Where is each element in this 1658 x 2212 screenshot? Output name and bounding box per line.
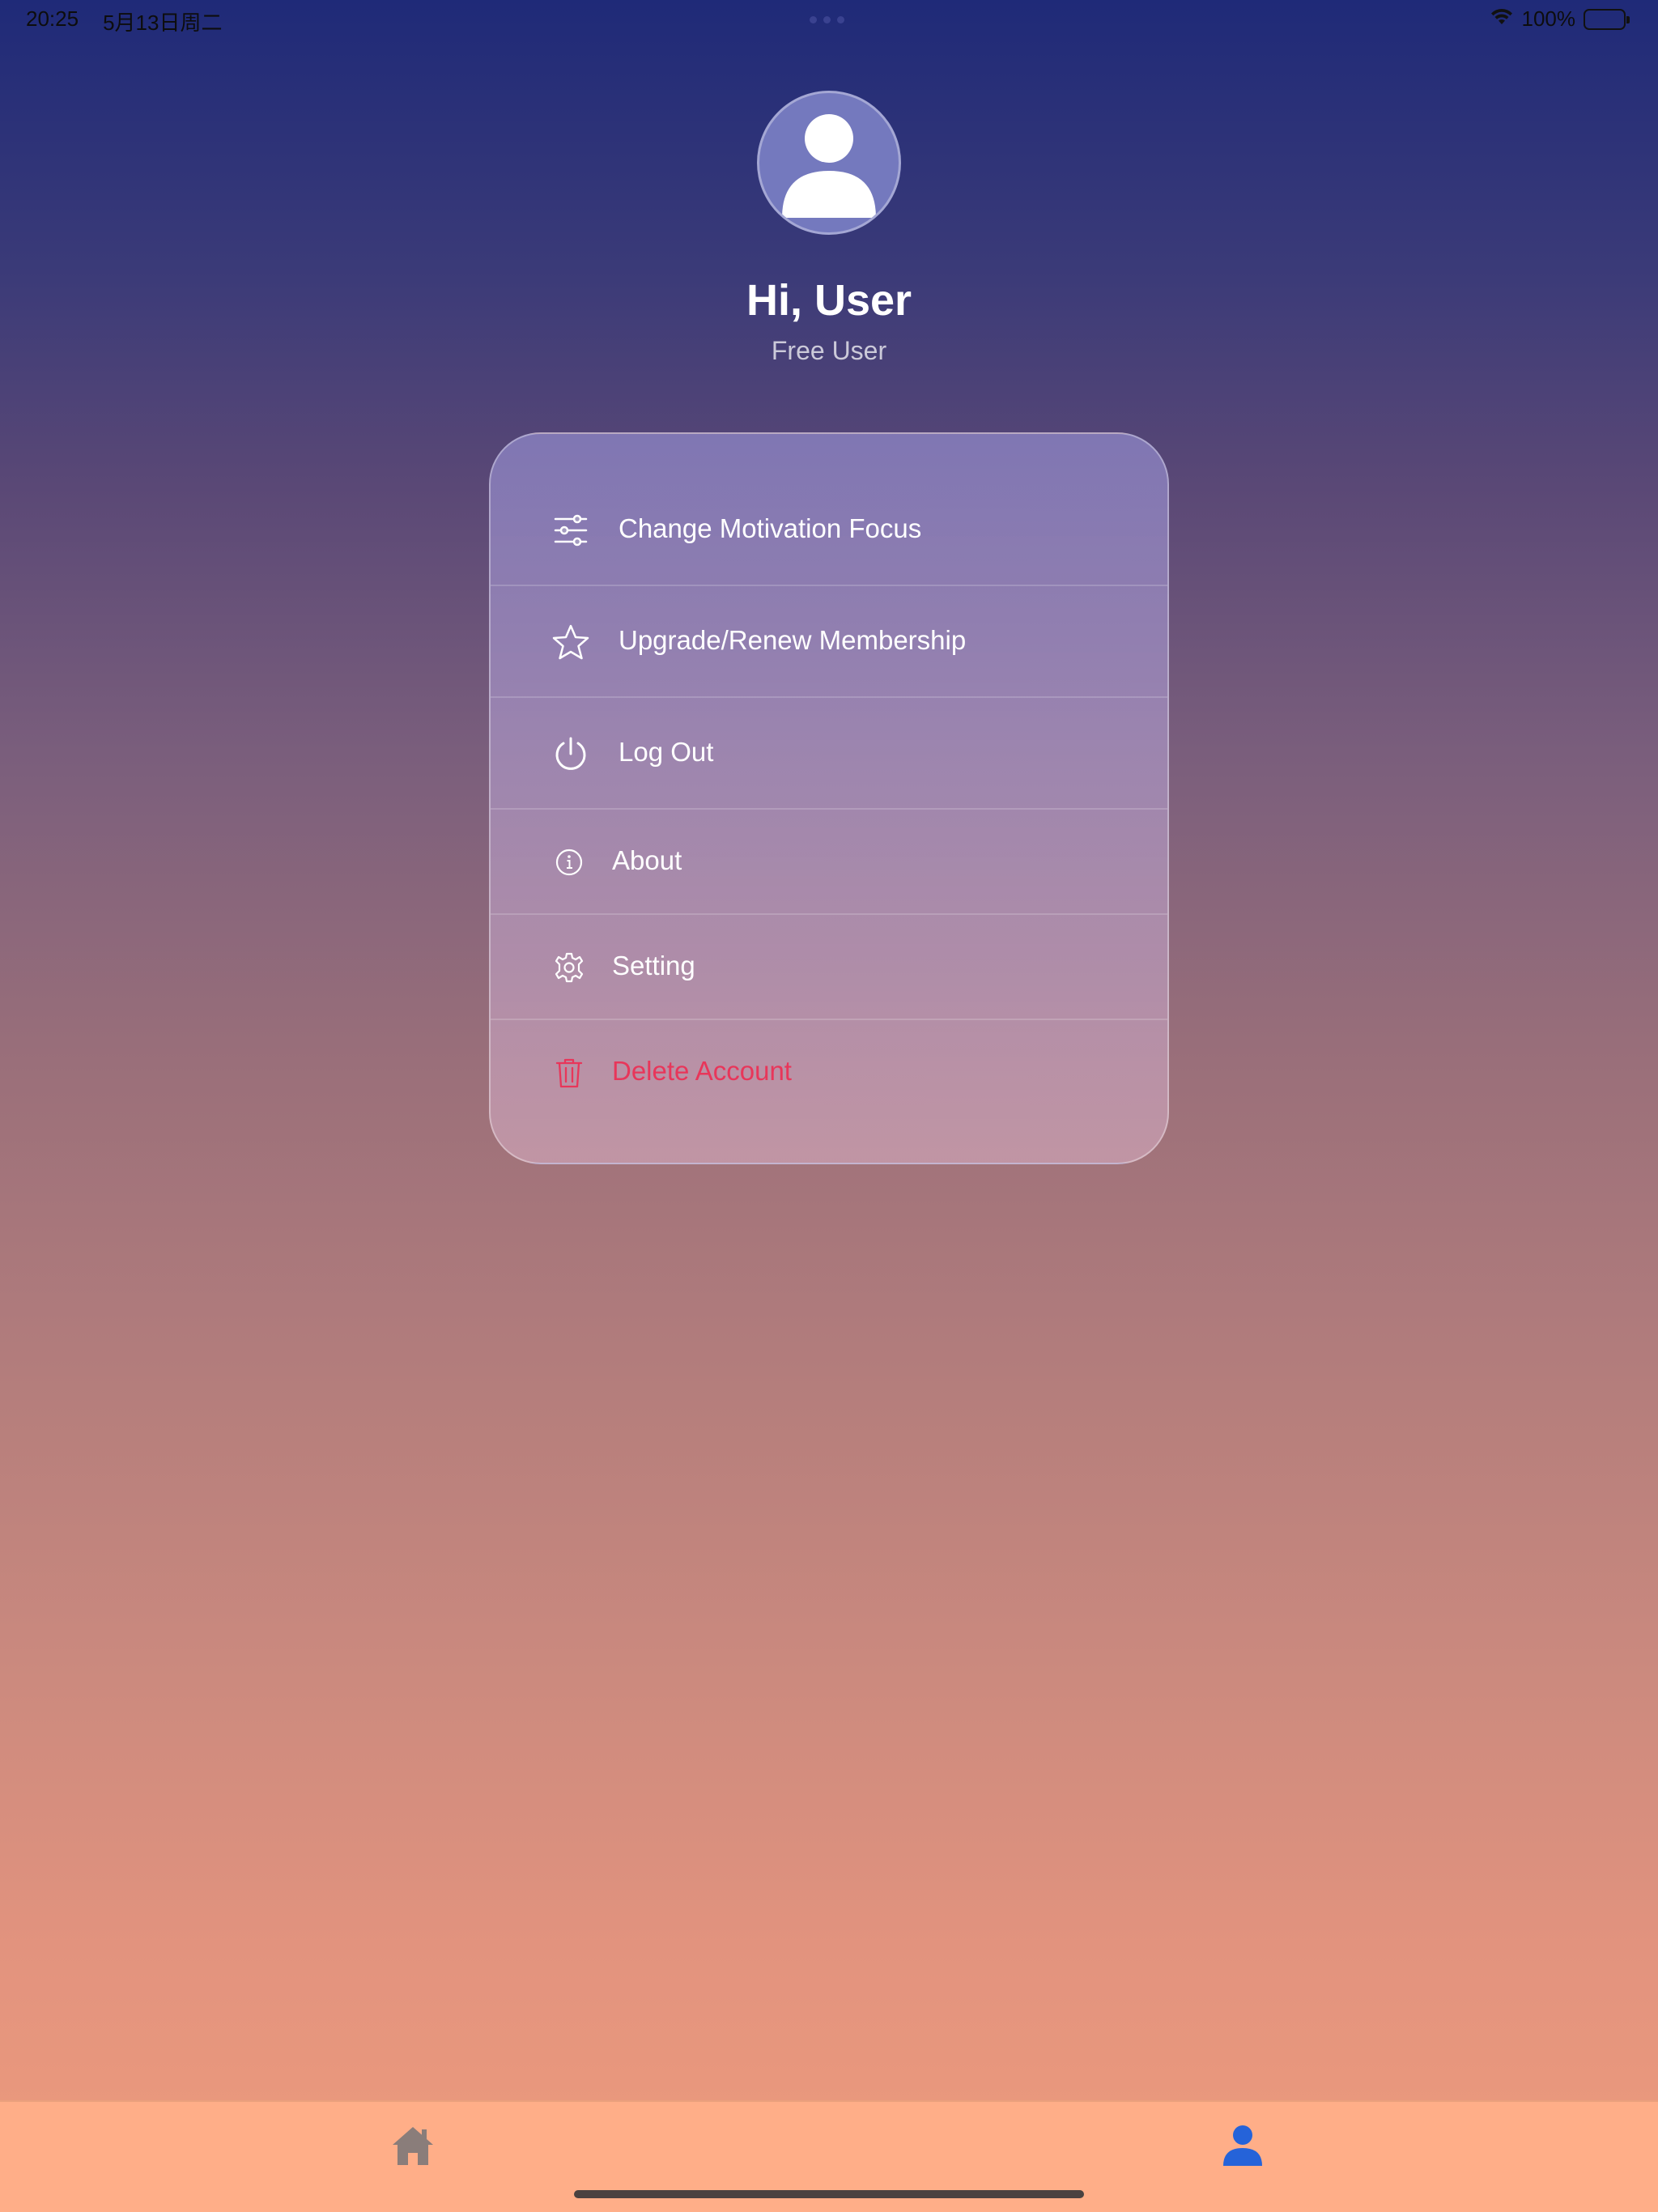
status-date: 5月13日周二 <box>103 11 223 35</box>
tab-home[interactable] <box>387 2121 439 2170</box>
dot <box>823 16 831 23</box>
person-icon <box>782 114 876 218</box>
menu-item-label: Setting <box>612 951 695 981</box>
info-icon <box>549 842 589 883</box>
sliders-icon <box>551 510 591 551</box>
power-icon <box>551 734 591 774</box>
menu-item-delete-account[interactable]: Delete Account <box>491 1020 1167 1163</box>
menu-item-log-out[interactable]: Log Out <box>491 698 1167 810</box>
menu-item-label: Change Motivation Focus <box>619 513 922 543</box>
dot <box>810 16 817 23</box>
menu-card: Change Motivation Focus Upgrade/Renew Me… <box>489 432 1169 1164</box>
greeting-title: Hi, User <box>746 276 912 325</box>
menu-item-setting[interactable]: Setting <box>491 915 1167 1020</box>
dot <box>837 16 844 23</box>
menu-item-label: About <box>612 845 682 875</box>
wifi-icon <box>1490 6 1514 32</box>
profile-screen: 20:25 5月13日周二 100% Hi, User Free User Ch… <box>0 0 1658 2212</box>
tab-profile[interactable] <box>1217 2121 1269 2170</box>
menu-item-upgrade-membership[interactable]: Upgrade/Renew Membership <box>491 586 1167 698</box>
multitasking-dots[interactable] <box>810 16 844 23</box>
home-indicator[interactable] <box>574 2190 1084 2198</box>
status-left: 20:25 5月13日周二 <box>26 6 222 36</box>
membership-status: Free User <box>771 336 887 365</box>
menu-item-label: Delete Account <box>612 1056 792 1086</box>
battery-percent: 100% <box>1521 6 1576 31</box>
status-bar: 20:25 5月13日周二 100% <box>0 0 1658 39</box>
menu-item-label: Upgrade/Renew Membership <box>619 625 967 655</box>
trash-icon <box>549 1053 589 1093</box>
battery-icon <box>1584 8 1630 30</box>
profile-icon <box>1223 2125 1262 2166</box>
status-time: 20:25 <box>26 6 79 31</box>
gear-icon <box>549 947 589 988</box>
star-icon <box>551 622 591 662</box>
status-right: 100% <box>1490 6 1630 32</box>
menu-item-about[interactable]: About <box>491 810 1167 915</box>
menu-item-change-motivation-focus[interactable]: Change Motivation Focus <box>491 434 1167 586</box>
home-icon <box>393 2127 433 2165</box>
menu-item-label: Log Out <box>619 737 714 767</box>
avatar[interactable] <box>757 91 901 235</box>
